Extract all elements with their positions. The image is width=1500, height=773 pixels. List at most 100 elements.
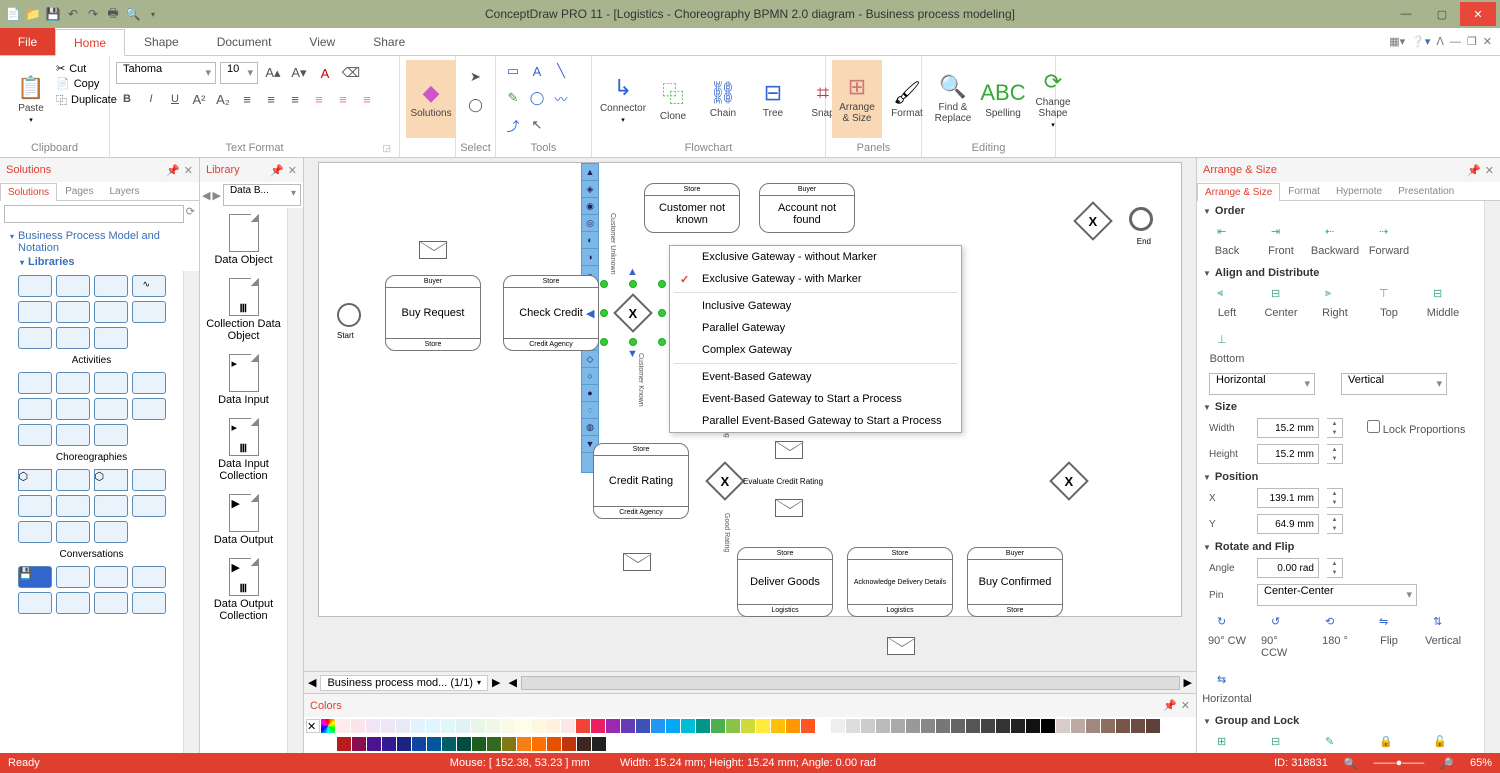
connector-button[interactable]: ↳Connector▾ (598, 60, 648, 138)
collapse-ribbon-icon[interactable]: ᐱ (1436, 35, 1444, 48)
node-buyer-account[interactable]: BuyerAccount not found (759, 183, 855, 233)
pin-icon[interactable]: 📌 (270, 164, 284, 177)
section-order[interactable]: Order (1197, 201, 1484, 219)
order-backward[interactable]: ⇠Backward (1315, 225, 1355, 257)
rotate-180[interactable]: ⟲180 ° (1315, 615, 1355, 659)
node-check-credit[interactable]: StoreCheck CreditCredit Agency (503, 275, 599, 351)
subtab-hypernote[interactable]: Hypernote (1328, 182, 1390, 200)
order-forward[interactable]: ⇢Forward (1369, 225, 1409, 257)
align-bottom[interactable]: ⊥Bottom (1207, 333, 1247, 365)
rotate-90ccw[interactable]: ↺90° CCW (1261, 615, 1301, 659)
drawing-canvas[interactable]: ▲◈◉◎◐◑◒◓◔◕◆◇○●◌◍▼ Start End BuyerBuy Req… (308, 162, 1192, 667)
width-spinner[interactable]: ▲▼ (1327, 418, 1343, 438)
tool-arc-icon[interactable]: ⤴ (502, 114, 524, 136)
height-input[interactable] (1257, 444, 1319, 464)
align-center-icon[interactable]: ≡ (260, 88, 282, 110)
tab-view[interactable]: View (290, 28, 354, 55)
node-buy-request[interactable]: BuyerBuy RequestStore (385, 275, 481, 351)
ungroup-btn[interactable]: ⊟UnGroup (1261, 735, 1301, 753)
window-close-icon[interactable]: ✕ (1460, 2, 1496, 26)
window-maximize-icon[interactable]: ▢ (1424, 2, 1460, 26)
ctx-event-based[interactable]: Event-Based Gateway (670, 366, 961, 388)
subtab-format[interactable]: Format (1280, 182, 1328, 200)
select-arrow-icon[interactable]: ➤ (465, 66, 487, 88)
cut-button[interactable]: ✂Cut (56, 62, 117, 75)
flip[interactable]: ⇋Flip (1369, 615, 1409, 659)
lib-prev-icon[interactable]: ◀ (202, 189, 210, 202)
subtab-presentation[interactable]: Presentation (1390, 182, 1462, 200)
hscroll-right-icon[interactable]: ▶ (1184, 676, 1192, 689)
valign-bot-icon[interactable]: ≡ (356, 88, 378, 110)
child-restore-icon[interactable]: ❐ (1467, 35, 1477, 48)
subscript-icon[interactable]: A₂ (212, 88, 234, 110)
tool-curve-icon[interactable]: 〰 (550, 87, 572, 109)
align-right-icon[interactable]: ≡ (284, 88, 306, 110)
section-size[interactable]: Size (1197, 397, 1484, 415)
ctx-complex[interactable]: Complex Gateway (670, 339, 961, 361)
qat-print-icon[interactable]: 🖶 (104, 5, 122, 23)
bpmn-gateway-eval[interactable]: X (705, 461, 745, 501)
valign-mid-icon[interactable]: ≡ (332, 88, 354, 110)
flip-h[interactable]: ⇆Horizontal (1207, 673, 1247, 705)
section-position[interactable]: Position (1197, 467, 1484, 485)
change-shape-button[interactable]: ⟳Change Shape▾ (1028, 60, 1078, 138)
find-replace-button[interactable]: 🔍Find & Replace (928, 60, 978, 138)
distribute-v-combo[interactable]: Vertical (1341, 373, 1447, 395)
paste-button[interactable]: 📋Paste▾ (6, 60, 56, 138)
group-btn[interactable]: ⊞Group (1207, 735, 1247, 753)
solutions-scrollbar[interactable] (183, 271, 199, 753)
lib-next-icon[interactable]: ▶ (212, 189, 220, 202)
text-dialog-icon[interactable]: ◲ (382, 143, 391, 154)
tab-document[interactable]: Document (198, 28, 291, 55)
spelling-button[interactable]: ABCSpelling (978, 60, 1028, 138)
tool-edit-icon[interactable]: ↖ (526, 114, 548, 136)
node-deliver[interactable]: StoreDeliver GoodsLogistics (737, 547, 833, 617)
close-icon[interactable]: ✕ (288, 164, 297, 177)
zoom-in-icon[interactable]: 🔎 (1440, 757, 1454, 770)
align-left-icon[interactable]: ≡ (236, 88, 258, 110)
order-front[interactable]: ⇥Front (1261, 225, 1301, 257)
pin-combo[interactable]: Center-Center (1257, 584, 1417, 606)
align-center[interactable]: ⊟Center (1261, 287, 1301, 319)
tool-ellipse-icon[interactable]: ◯ (526, 87, 548, 109)
font-family-combo[interactable]: Tahoma (116, 62, 216, 84)
grow-font-icon[interactable]: A▴ (262, 62, 284, 84)
tool-pen-icon[interactable]: ✎ (502, 87, 524, 109)
node-ack[interactable]: StoreAcknowledge Delivery DetailsLogisti… (847, 547, 953, 617)
bpmn-gateway-end-merge[interactable]: X (1073, 201, 1113, 241)
bpmn-end-event[interactable] (1129, 207, 1153, 231)
section-group[interactable]: Group and Lock (1197, 711, 1484, 729)
height-spinner[interactable]: ▲▼ (1327, 444, 1343, 464)
tree-libraries[interactable]: Libraries (6, 255, 193, 269)
tree-button[interactable]: ⊟Tree (748, 60, 798, 138)
width-input[interactable] (1257, 418, 1319, 438)
chain-button[interactable]: ⛓Chain (698, 60, 748, 138)
lib-data-object[interactable]: Data Object (200, 208, 287, 272)
lib-collection-data-object[interactable]: ⅢCollection Data Object (200, 272, 287, 348)
ctx-parallel[interactable]: Parallel Gateway (670, 317, 961, 339)
valign-top-icon[interactable]: ≡ (308, 88, 330, 110)
copy-button[interactable]: 📄Copy (56, 77, 117, 90)
library-combo[interactable]: Data B... (223, 184, 301, 206)
grid-icon[interactable]: ▦▾ (1389, 35, 1405, 48)
select-lasso-icon[interactable]: ◯ (465, 94, 487, 116)
font-color-icon[interactable]: A (314, 62, 336, 84)
tab-share[interactable]: Share (354, 28, 424, 55)
subtab-arrange[interactable]: Arrange & Size (1197, 183, 1280, 201)
pin-icon[interactable]: 📌 (1163, 699, 1177, 712)
pin-icon[interactable]: 📌 (1467, 164, 1481, 177)
tree-bpm[interactable]: Business Process Model and Notation (6, 229, 193, 255)
close-icon[interactable]: ✕ (1181, 699, 1190, 712)
clone-button[interactable]: ⿻Clone (648, 60, 698, 138)
tool-line-icon[interactable]: ╲ (550, 60, 572, 82)
close-icon[interactable]: ✕ (1485, 164, 1494, 177)
tool-rect-icon[interactable]: ▭ (502, 60, 524, 82)
arrange-size-button[interactable]: ⊞Arrange & Size (832, 60, 882, 138)
italic-icon[interactable]: I (140, 88, 162, 110)
edit-btn[interactable]: ✎Edit (1315, 735, 1355, 753)
file-menu[interactable]: File (0, 28, 55, 55)
order-back[interactable]: ⇤Back (1207, 225, 1247, 257)
zoom-out-icon[interactable]: 🔍 (1344, 757, 1358, 770)
underline-icon[interactable]: U (164, 88, 186, 110)
rotate-90cw[interactable]: ↻90° CW (1207, 615, 1247, 659)
